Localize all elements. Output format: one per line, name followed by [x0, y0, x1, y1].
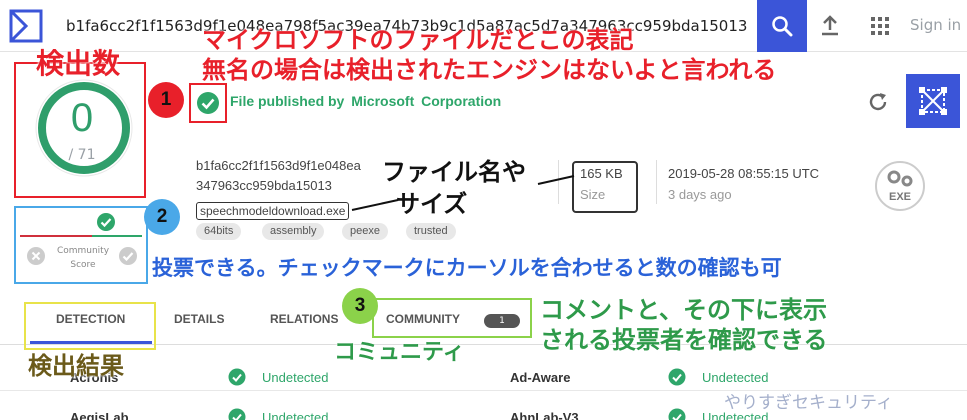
detection-score-value: 0	[70, 96, 94, 140]
tab-relations[interactable]: RELATIONS	[270, 312, 338, 326]
tag-64bits[interactable]: 64bits	[196, 223, 242, 240]
tag-peexe[interactable]: peexe	[342, 223, 388, 240]
annotation-community: コミュニティ	[334, 340, 465, 365]
community-score-label: Community	[56, 246, 110, 256]
community-count-badge: 1	[484, 314, 520, 328]
annotation-number-3: 3	[342, 288, 378, 324]
annotation-connector	[351, 199, 399, 211]
watermark-text: やりすぎセキュリティ	[724, 393, 893, 413]
apps-grid-icon[interactable]	[868, 14, 892, 38]
analysis-date-relative: 3 days ago	[668, 187, 732, 202]
clean-check-icon	[668, 408, 686, 420]
file-hash-line2: 347963cc959bda15013	[196, 178, 332, 193]
reanalyze-icon[interactable]	[866, 90, 890, 114]
tag-trusted[interactable]: trusted	[406, 223, 456, 240]
publisher-suffix: Corporation	[417, 93, 502, 109]
clean-check-icon	[228, 368, 246, 386]
search-button[interactable]	[757, 0, 807, 52]
graph-view-button[interactable]	[906, 74, 960, 128]
file-name: speechmodeldownload.exe	[196, 202, 350, 220]
engine-name: Ad-Aware	[510, 370, 571, 385]
search-icon	[772, 16, 793, 37]
vote-malicious-icon[interactable]	[26, 246, 46, 266]
community-positive-check-icon	[96, 212, 116, 232]
tab-details[interactable]: DETAILS	[174, 312, 224, 326]
sign-in-link[interactable]: Sign in	[910, 16, 961, 34]
annotation-comment-line2: される投票者を確認できる	[540, 326, 828, 354]
community-score-label: Score	[70, 260, 96, 270]
exe-file-type-icon: EXE	[874, 160, 926, 212]
tag-assembly[interactable]: assembly	[262, 223, 325, 240]
annotation-filename-line1: ファイル名や	[382, 158, 526, 186]
virustotal-logo-icon[interactable]	[8, 8, 44, 44]
annotation-detect-result: 検出結果	[28, 352, 124, 380]
clean-check-icon	[668, 368, 686, 386]
annotation-vote: 投票できる。チェックマークにカーソルを合わせると数の確認も可	[152, 256, 782, 280]
engine-name: AhnLab-V3	[510, 410, 579, 420]
annotation-number-2: 2	[144, 199, 180, 235]
engine-result: Undetected	[702, 370, 769, 385]
engine-name: AegisLab	[70, 410, 129, 420]
analysis-date: 2019-05-28 08:55:15 UTC	[668, 166, 820, 181]
tab-community[interactable]: COMMUNITY	[386, 312, 460, 326]
graph-icon	[919, 87, 947, 115]
file-size-label: Size	[580, 187, 606, 202]
community-score-panel	[14, 206, 148, 284]
publisher-info: File published by Microsoft Corporation	[230, 93, 501, 109]
detection-score-total: / 71	[68, 147, 96, 163]
exe-icon-label: EXE	[889, 191, 911, 203]
community-score-bar-positive	[92, 235, 142, 237]
upload-icon[interactable]	[816, 12, 844, 40]
annotation-number-1: 1	[148, 82, 184, 118]
active-tab-indicator	[30, 341, 152, 344]
annotation-connector	[537, 175, 575, 185]
annotation-publisher-line2: 無名の場合は検出されたエンジンはないよと言われる	[202, 56, 777, 84]
publisher-prefix: File published by	[230, 93, 349, 109]
vote-harmless-icon[interactable]	[118, 246, 138, 266]
file-size-value: 165 KB	[580, 166, 623, 181]
file-hash-line1: b1fa6cc2f1f1563d9f1e048ea	[196, 158, 361, 173]
divider	[656, 160, 657, 204]
engine-result: Undetected	[262, 410, 329, 420]
publisher-brand: Microsoft	[348, 93, 418, 109]
engine-result: Undetected	[262, 370, 329, 385]
clean-check-icon	[228, 408, 246, 420]
annotation-detect-count: 検出数	[36, 47, 121, 80]
annotation-filename-line2: サイズ	[396, 190, 468, 218]
verified-check-icon	[196, 91, 220, 115]
tab-detection[interactable]: DETECTION	[56, 312, 125, 326]
